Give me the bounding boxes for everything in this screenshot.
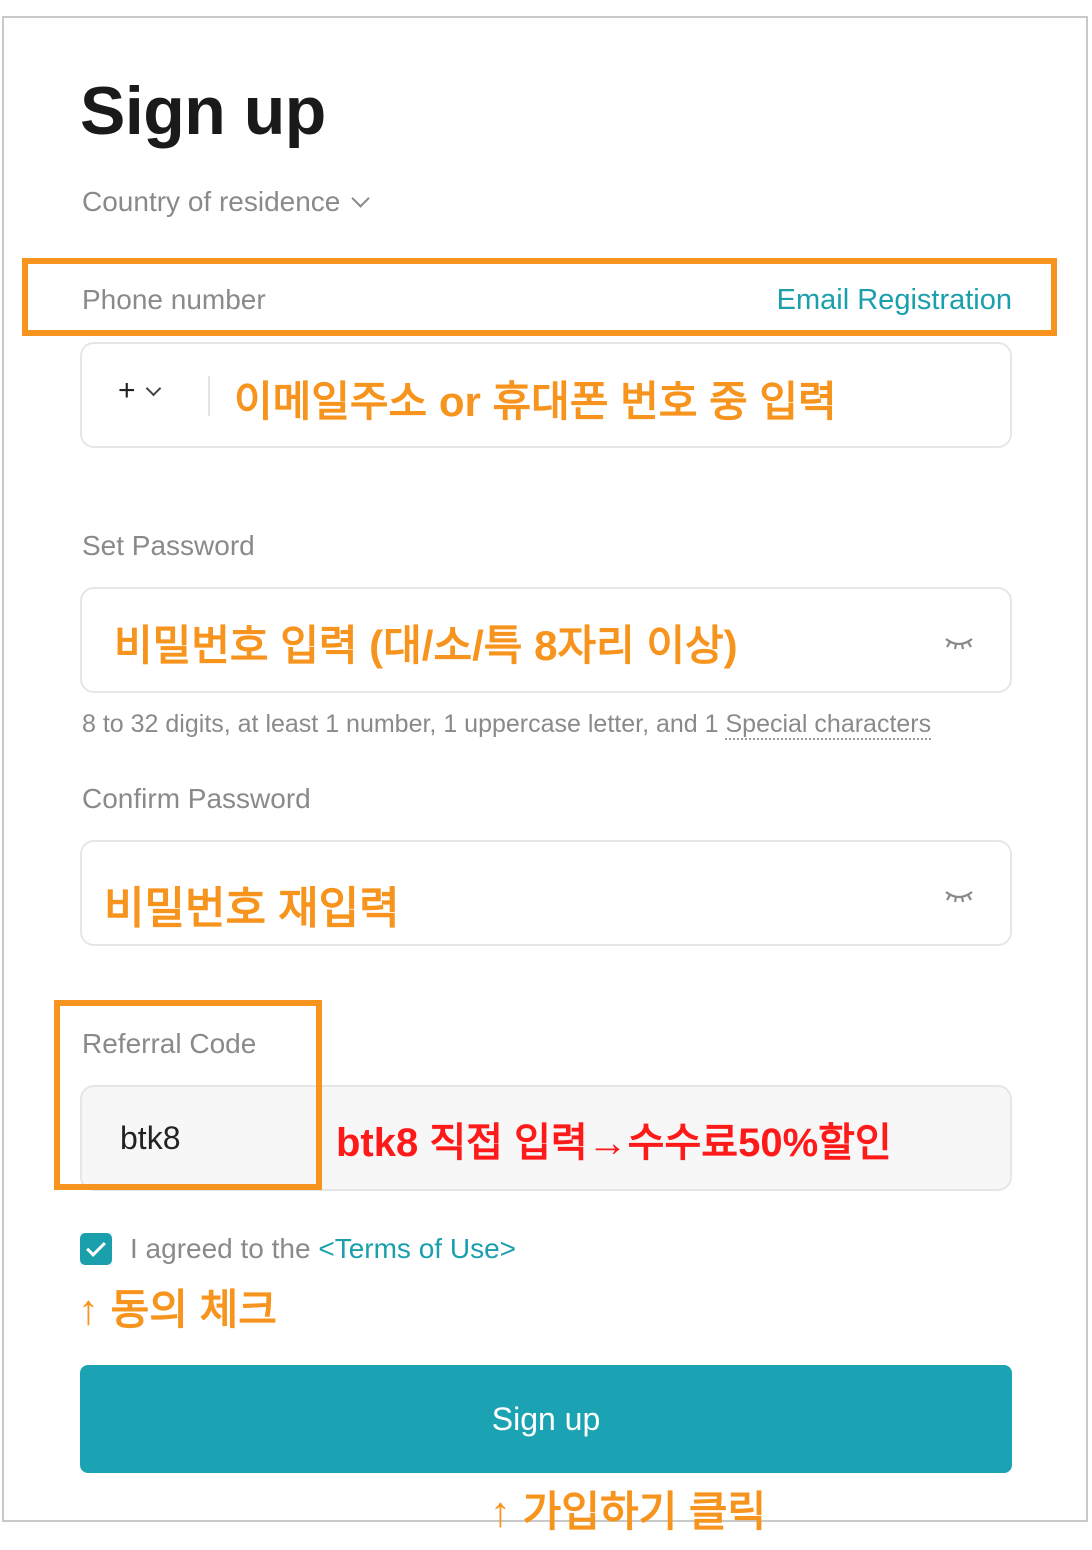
sign-up-button[interactable]: Sign up <box>80 1365 1012 1473</box>
password-label: Set Password <box>82 530 255 561</box>
eye-closed-icon[interactable] <box>944 633 974 653</box>
country-label: Country of residence <box>82 186 341 217</box>
sign-up-button-label: Sign up <box>491 1400 601 1437</box>
email-registration-link[interactable]: Email Registration <box>777 284 1012 317</box>
country-selector[interactable]: Country of residence <box>82 186 371 218</box>
terms-checkbox[interactable] <box>80 1233 112 1265</box>
page-title: Sign up <box>80 73 326 149</box>
terms-agreement: I agreed to the <Terms of Use> <box>130 1233 516 1265</box>
chevron-down-icon <box>145 380 161 396</box>
country-code-selector[interactable]: + <box>118 374 161 408</box>
phone-annotation: 이메일주소 or 휴대폰 번호 중 입력 <box>234 378 837 425</box>
confirm-password-label: Confirm Password <box>82 783 311 814</box>
password-hint: 8 to 32 digits, at least 1 number, 1 upp… <box>82 710 932 740</box>
confirm-password-annotation: 비밀번호 재입력 <box>104 884 400 933</box>
password-hint-text: 8 to 32 digits, at least 1 number, 1 upp… <box>82 710 726 738</box>
special-characters-link[interactable]: Special characters <box>725 710 932 740</box>
agreement-text: I agreed to the <box>130 1233 319 1264</box>
input-divider <box>208 376 210 416</box>
terms-of-use-link[interactable]: <Terms of Use> <box>318 1233 516 1264</box>
submit-annotation: ↑ 가입하기 클릭 <box>490 1488 767 1535</box>
referral-highlight-box <box>54 1000 322 1190</box>
country-code-prefix: + <box>118 374 136 407</box>
checkmark-icon <box>86 1237 106 1257</box>
eye-closed-icon[interactable] <box>944 886 974 906</box>
referral-annotation: btk8 직접 입력→수수료50%할인 <box>336 1121 892 1165</box>
agreement-annotation: ↑ 동의 체크 <box>78 1286 277 1333</box>
password-annotation: 비밀번호 입력 (대/소/특 8자리 이상) <box>114 622 738 669</box>
phone-label: Phone number <box>82 284 266 315</box>
chevron-down-icon <box>351 188 371 208</box>
